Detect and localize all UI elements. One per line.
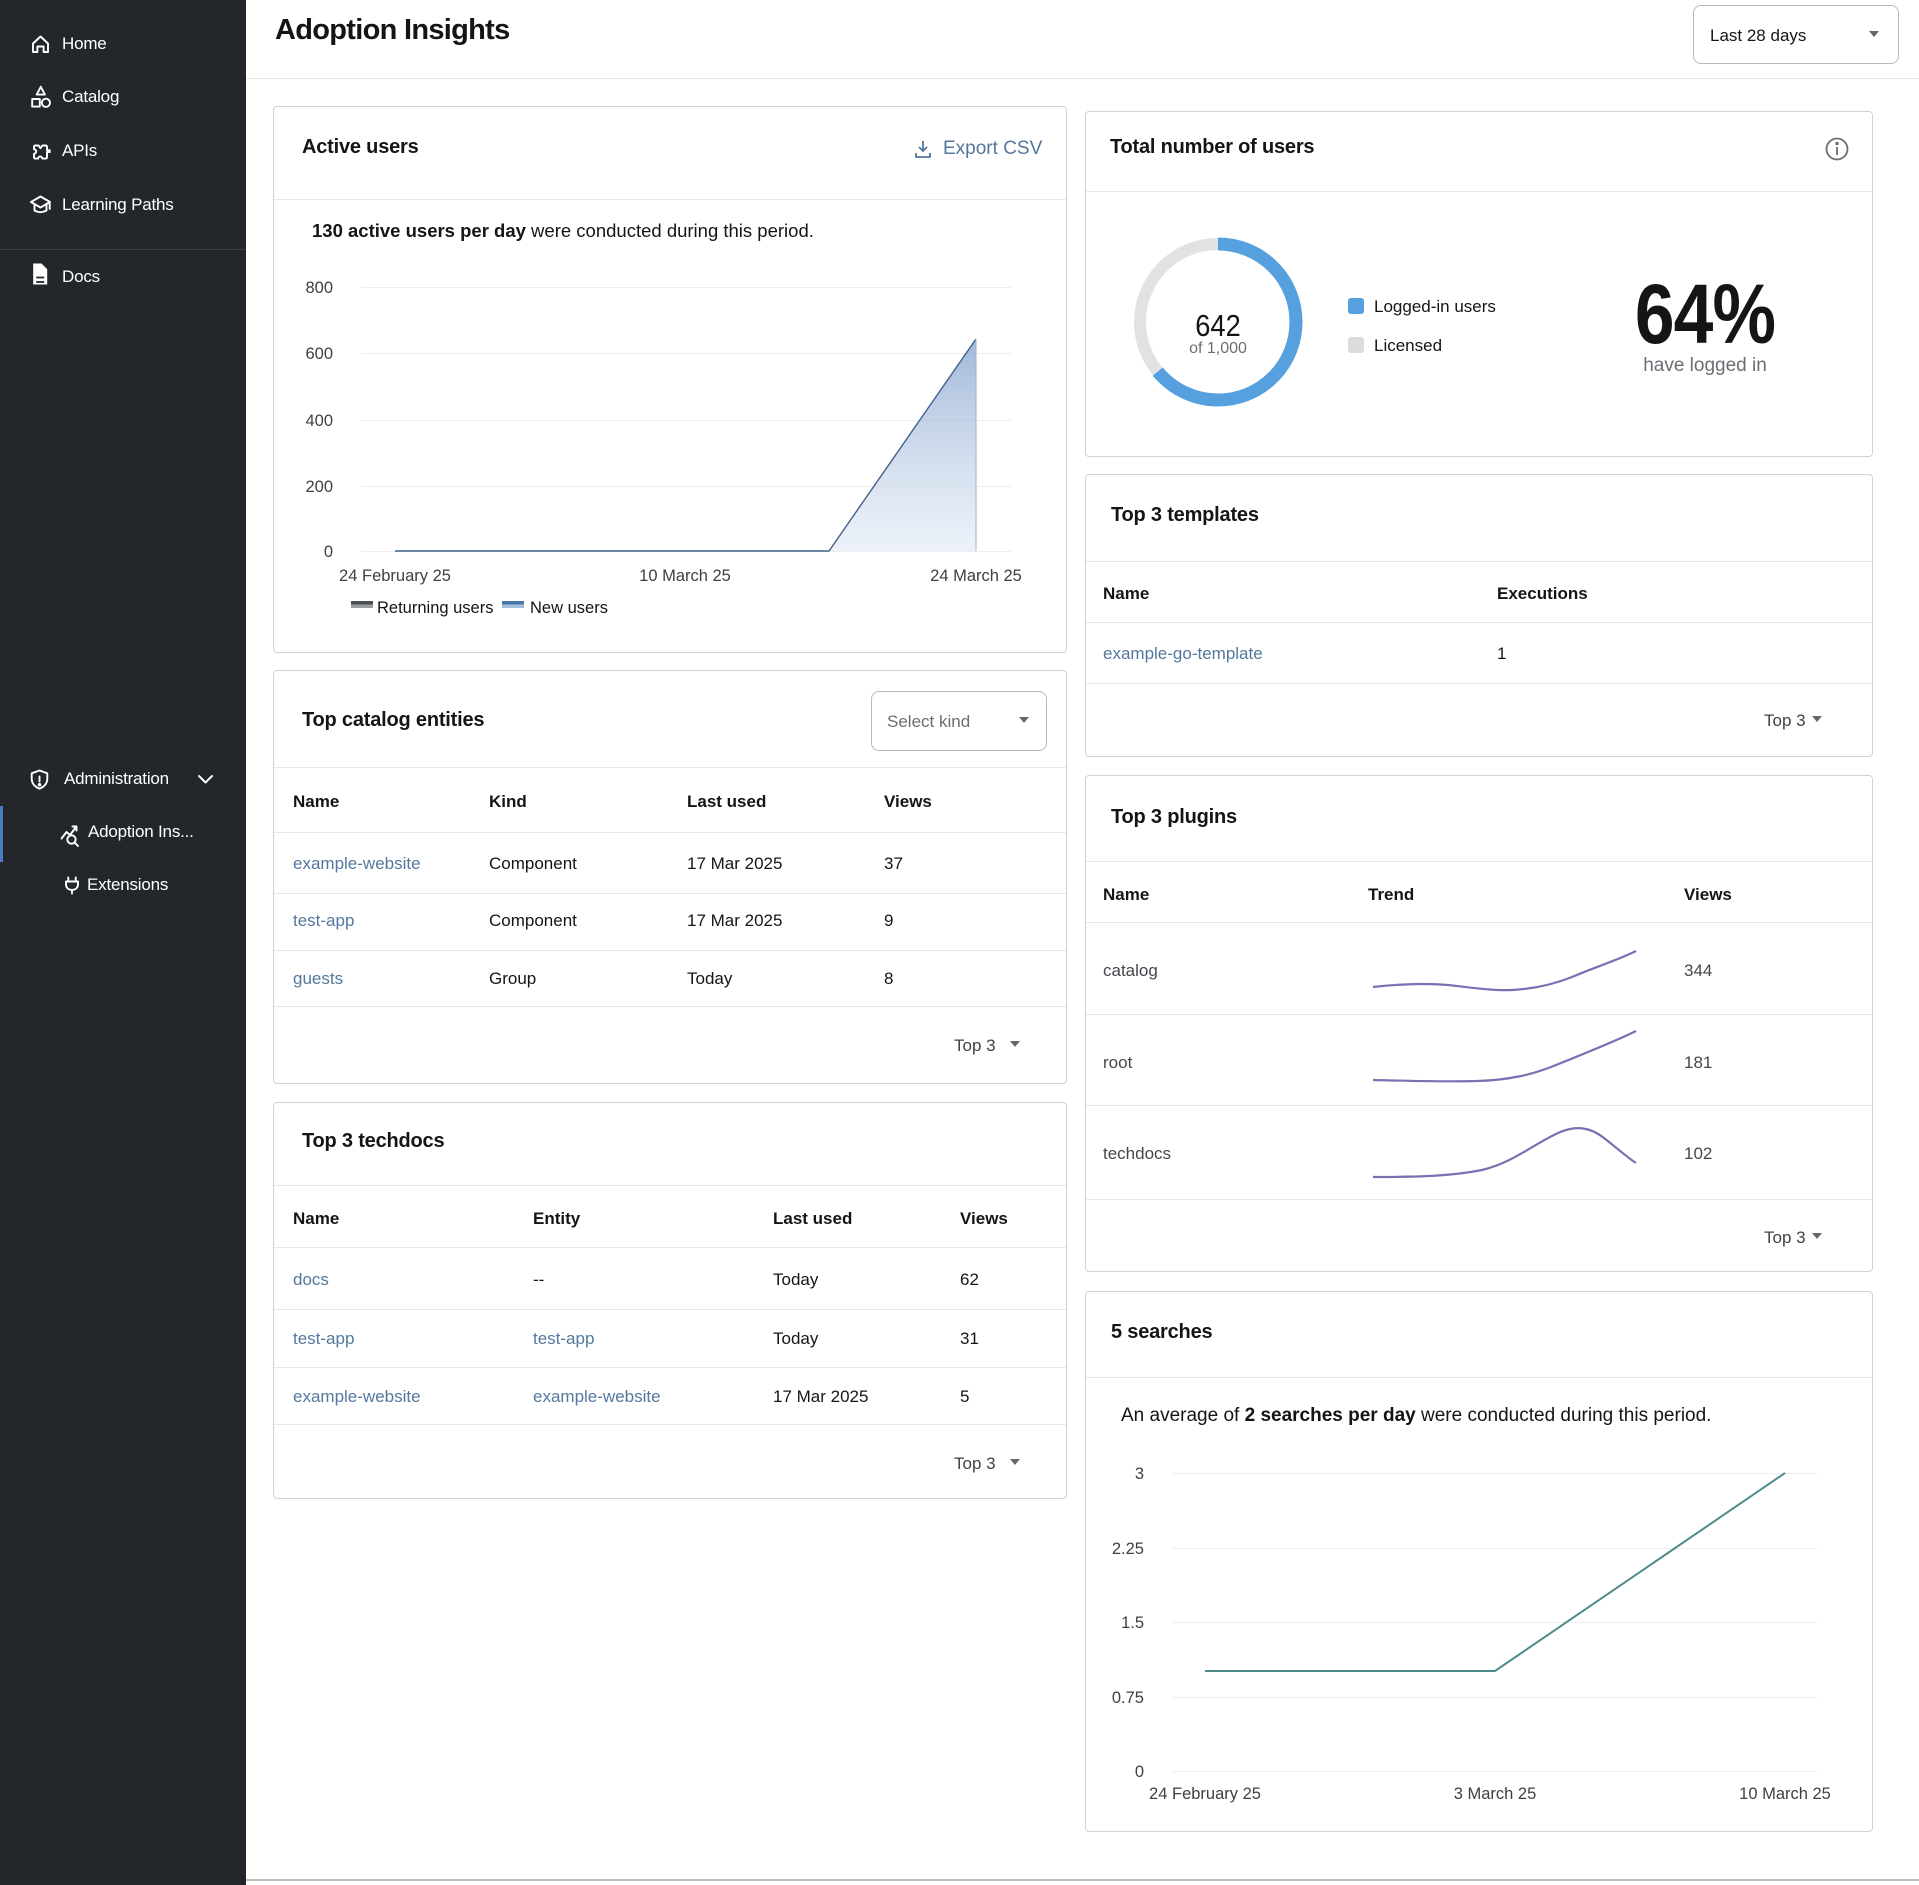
svg-text:3: 3 — [1135, 1465, 1144, 1483]
svg-text:10 March 25: 10 March 25 — [1739, 1785, 1831, 1803]
svg-text:New users: New users — [530, 599, 608, 617]
svg-text:0: 0 — [324, 543, 333, 561]
svg-text:10 March 25: 10 March 25 — [639, 567, 731, 585]
svg-text:0: 0 — [1135, 1763, 1144, 1781]
svg-text:400: 400 — [305, 412, 333, 430]
svg-text:800: 800 — [305, 279, 333, 297]
svg-text:24 February 25: 24 February 25 — [1149, 1785, 1261, 1803]
svg-text:24 February 25: 24 February 25 — [339, 567, 451, 585]
svg-text:600: 600 — [305, 345, 333, 363]
svg-text:3 March 25: 3 March 25 — [1454, 1785, 1537, 1803]
svg-text:24 March 25: 24 March 25 — [930, 567, 1022, 585]
svg-text:200: 200 — [305, 478, 333, 496]
svg-text:1.5: 1.5 — [1121, 1614, 1144, 1632]
svg-text:Returning users: Returning users — [377, 599, 493, 617]
svg-text:2.25: 2.25 — [1112, 1540, 1144, 1558]
svg-text:0.75: 0.75 — [1112, 1689, 1144, 1707]
